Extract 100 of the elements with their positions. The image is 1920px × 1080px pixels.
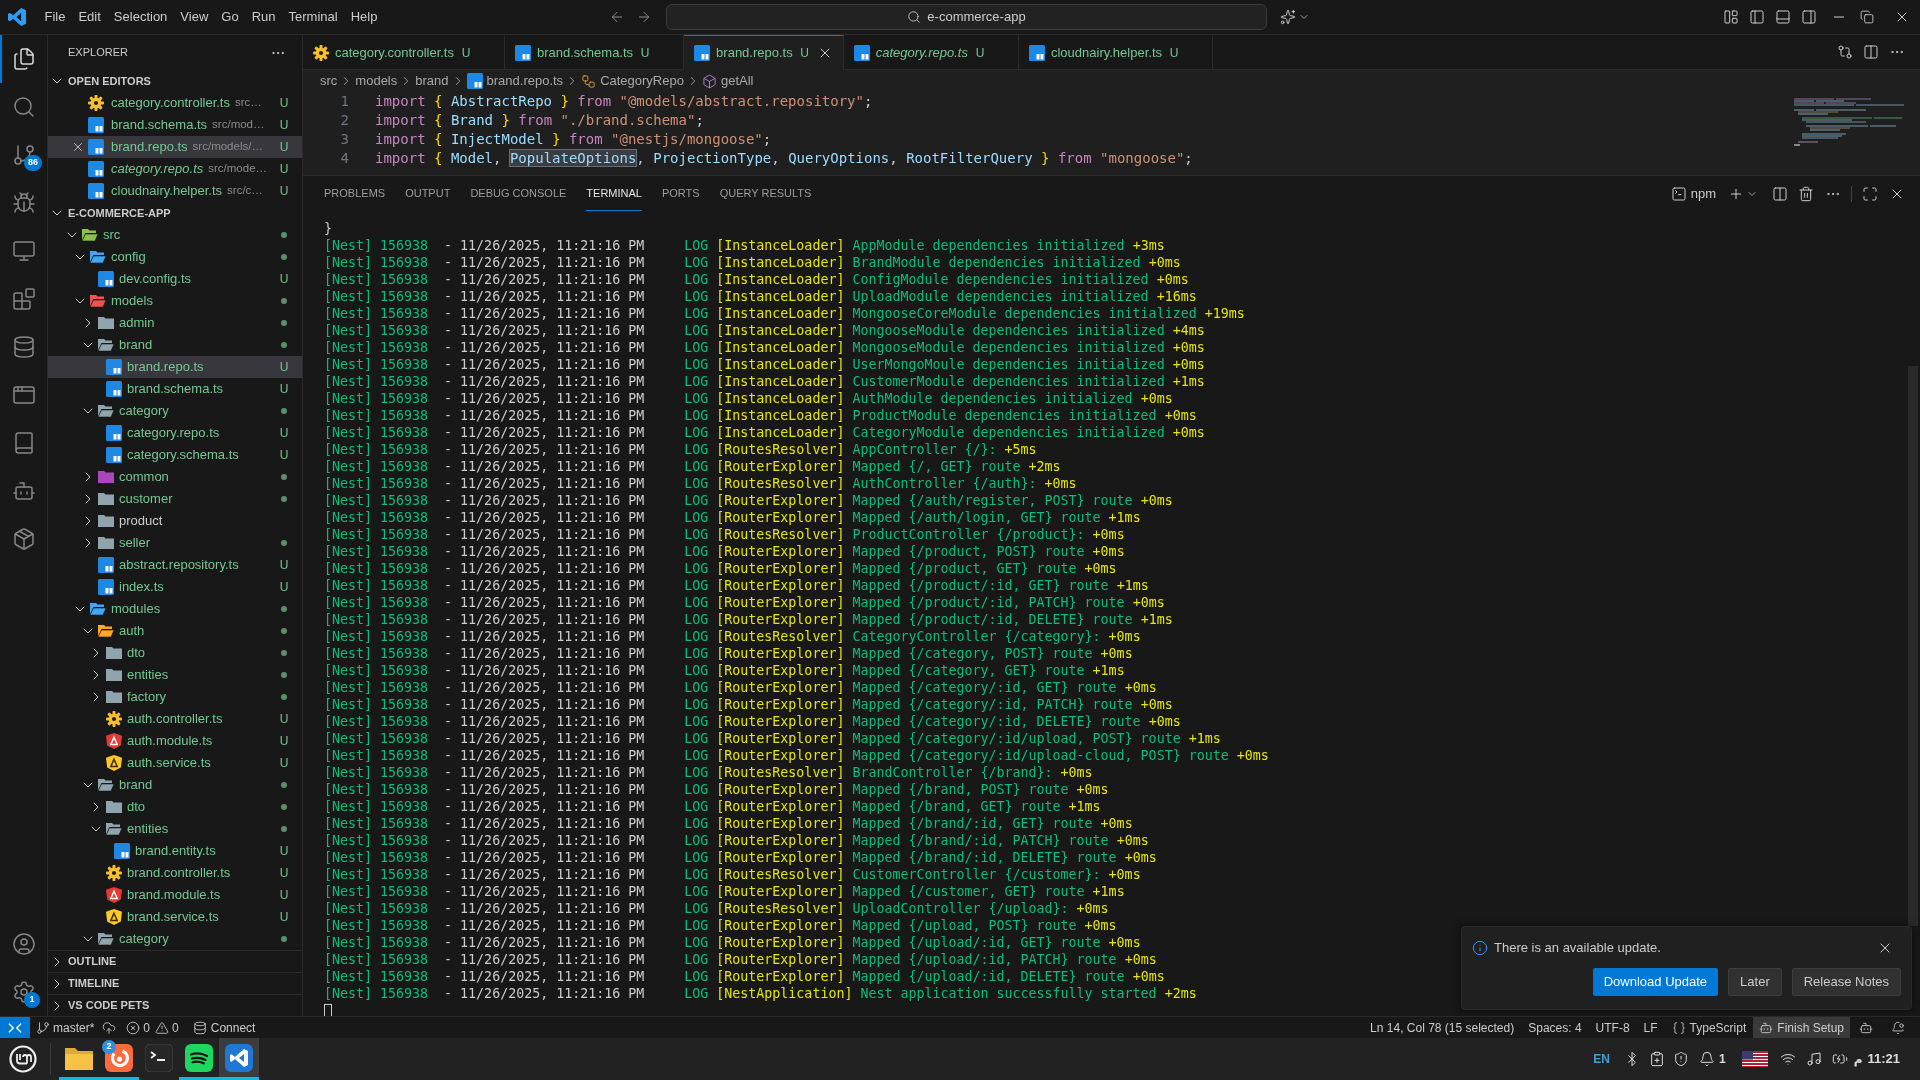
status-item[interactable]: UTF-8 bbox=[1588, 1017, 1637, 1038]
trash-icon[interactable] bbox=[1798, 185, 1814, 202]
tree-item[interactable]: brand.module.ts U bbox=[48, 884, 302, 906]
secondary-button[interactable]: Release Notes bbox=[1791, 968, 1901, 996]
primary-button[interactable]: Download Update bbox=[1592, 968, 1719, 996]
panel-tab[interactable]: OUTPUT bbox=[405, 176, 451, 211]
breadcrumb-item[interactable]: CategoryRepo bbox=[581, 71, 684, 91]
section-header[interactable]: OUTLINE bbox=[48, 950, 302, 972]
folder-item[interactable]: category bbox=[48, 928, 302, 950]
menu-item[interactable]: Go bbox=[214, 5, 246, 29]
activity-button[interactable]: 1 bbox=[0, 968, 48, 1016]
tree-item[interactable]: brand.schema.ts U bbox=[48, 378, 302, 400]
notifications-button[interactable]: 1 bbox=[1698, 1050, 1726, 1068]
split-terminal-icon[interactable] bbox=[1772, 185, 1788, 202]
panel-tab[interactable]: TERMINAL bbox=[586, 176, 642, 211]
taskbar-app[interactable] bbox=[219, 1038, 259, 1080]
command-center[interactable]: e-commerce-app bbox=[666, 4, 1267, 30]
status-item[interactable]: Spaces: 4 bbox=[1521, 1017, 1589, 1038]
music-note-icon[interactable] bbox=[1805, 1051, 1822, 1067]
status-item[interactable]: Ln 14, Col 78 (15 selected) bbox=[1363, 1017, 1522, 1038]
folder-item[interactable]: factory bbox=[48, 686, 302, 708]
tree-item[interactable]: index.ts U bbox=[48, 576, 302, 598]
menu-item[interactable]: Terminal bbox=[282, 5, 345, 29]
tree-item[interactable]: auth.service.ts U bbox=[48, 752, 302, 774]
folder-item[interactable]: brand bbox=[48, 774, 302, 796]
shield-icon[interactable] bbox=[1672, 1051, 1689, 1067]
restore-icon[interactable] bbox=[1860, 10, 1874, 24]
cloud-upload-icon[interactable] bbox=[102, 1020, 117, 1035]
terminal-selector[interactable]: npm bbox=[1670, 183, 1716, 204]
folder-item[interactable]: modules bbox=[48, 598, 302, 620]
panel-tab[interactable]: DEBUG CONSOLE bbox=[470, 176, 567, 211]
editor-tab[interactable]: category.controller.ts U bbox=[303, 35, 505, 70]
flag-icon[interactable] bbox=[1741, 1051, 1768, 1067]
section-header[interactable]: E-COMMERCE-APP bbox=[48, 202, 302, 224]
finish-setup-button[interactable]: Finish Setup bbox=[1753, 1017, 1850, 1038]
menu-item[interactable]: Help bbox=[344, 5, 384, 29]
secondary-button[interactable]: Later bbox=[1728, 968, 1782, 996]
folder-item[interactable]: dto bbox=[48, 796, 302, 818]
breadcrumb-item[interactable]: brand.repo.ts bbox=[466, 71, 564, 91]
folder-item[interactable]: customer bbox=[48, 488, 302, 510]
folder-item[interactable]: src bbox=[48, 224, 302, 246]
panel-tab[interactable]: PROBLEMS bbox=[324, 176, 386, 211]
sparkle-icon[interactable] bbox=[1280, 9, 1296, 25]
tree-item[interactable]: brand.controller.ts U bbox=[48, 862, 302, 884]
folder-item[interactable]: admin bbox=[48, 312, 302, 334]
sidebar-toggle-icon[interactable] bbox=[1749, 9, 1765, 25]
tree-item[interactable]: dev.config.ts U bbox=[48, 268, 302, 290]
menu-item[interactable]: Edit bbox=[71, 5, 108, 29]
editor-tab[interactable]: cloudnairy.helper.ts U bbox=[1018, 35, 1213, 70]
tree-item[interactable]: abstract.repository.ts U bbox=[48, 554, 302, 576]
close-icon[interactable] bbox=[71, 140, 85, 154]
problems-button[interactable]: 0 0 bbox=[118, 1017, 187, 1038]
maximize-icon[interactable] bbox=[1862, 185, 1878, 202]
section-header[interactable]: OPEN EDITORS bbox=[48, 70, 302, 92]
wifi-icon[interactable] bbox=[1779, 1051, 1796, 1067]
folder-item[interactable]: dto bbox=[48, 642, 302, 664]
folder-item[interactable]: auth bbox=[48, 620, 302, 642]
activity-button[interactable]: 86 bbox=[0, 131, 48, 179]
folder-item[interactable]: brand bbox=[48, 334, 302, 356]
folder-item[interactable]: config bbox=[48, 246, 302, 268]
bell-icon[interactable] bbox=[1891, 1020, 1905, 1035]
breadcrumb-item[interactable]: models bbox=[355, 71, 398, 91]
tree-item[interactable]: auth.controller.ts U bbox=[48, 708, 302, 730]
folder-item[interactable]: product bbox=[48, 510, 302, 532]
open-editor-item[interactable]: category.repo.ts src/mode… U bbox=[48, 158, 302, 180]
open-editor-item[interactable]: cloudnairy.helper.ts src/c… U bbox=[48, 180, 302, 202]
menu-item[interactable]: Selection bbox=[107, 5, 174, 29]
open-editor-item[interactable]: brand.repo.ts src/models/… U bbox=[48, 136, 302, 158]
editor-tab[interactable]: category.repo.ts U bbox=[843, 35, 1019, 70]
breadcrumb-item[interactable]: getAll bbox=[701, 71, 754, 91]
tree-item[interactable]: brand.repo.ts U bbox=[48, 356, 302, 378]
open-editor-item[interactable]: brand.schema.ts src/mod… U bbox=[48, 114, 302, 136]
secondary-sidebar-icon[interactable] bbox=[1801, 9, 1817, 25]
panel-tab[interactable]: QUERY RESULTS bbox=[719, 176, 812, 211]
tree-item[interactable]: brand.entity.ts U bbox=[48, 840, 302, 862]
layout-icon[interactable] bbox=[1723, 9, 1739, 25]
folder-item[interactable]: models bbox=[48, 290, 302, 312]
clipboard-icon[interactable] bbox=[1648, 1051, 1665, 1067]
tree-item[interactable]: category.schema.ts U bbox=[48, 444, 302, 466]
split-editor-icon[interactable] bbox=[1863, 44, 1879, 60]
menu-item[interactable]: File bbox=[38, 5, 72, 29]
keyboard-layout[interactable]: EN bbox=[1593, 1050, 1610, 1068]
status-item[interactable]: LF bbox=[1636, 1017, 1665, 1038]
panel-tab[interactable]: PORTS bbox=[661, 176, 700, 211]
breadcrumb-item[interactable]: src bbox=[320, 71, 338, 91]
branch-button[interactable]: master* bbox=[30, 1017, 101, 1038]
clock[interactable]: 11:21 bbox=[1867, 1049, 1900, 1069]
editor-tab[interactable]: brand.repo.ts U bbox=[684, 35, 844, 70]
folder-item[interactable]: common bbox=[48, 466, 302, 488]
robot-icon[interactable] bbox=[1859, 1020, 1873, 1035]
section-header[interactable]: TIMELINE bbox=[48, 972, 302, 994]
menu-item[interactable]: View bbox=[173, 5, 215, 29]
folder-item[interactable]: entities bbox=[48, 818, 302, 840]
battery-charging-icon[interactable] bbox=[1831, 1051, 1848, 1067]
folder-item[interactable]: seller bbox=[48, 532, 302, 554]
tree-item[interactable]: brand.service.ts U bbox=[48, 906, 302, 928]
breadcrumb-item[interactable]: brand bbox=[415, 71, 449, 91]
scrollbar[interactable] bbox=[1908, 366, 1918, 926]
panel-toggle-icon[interactable] bbox=[1775, 9, 1791, 25]
folder-item[interactable]: entities bbox=[48, 664, 302, 686]
